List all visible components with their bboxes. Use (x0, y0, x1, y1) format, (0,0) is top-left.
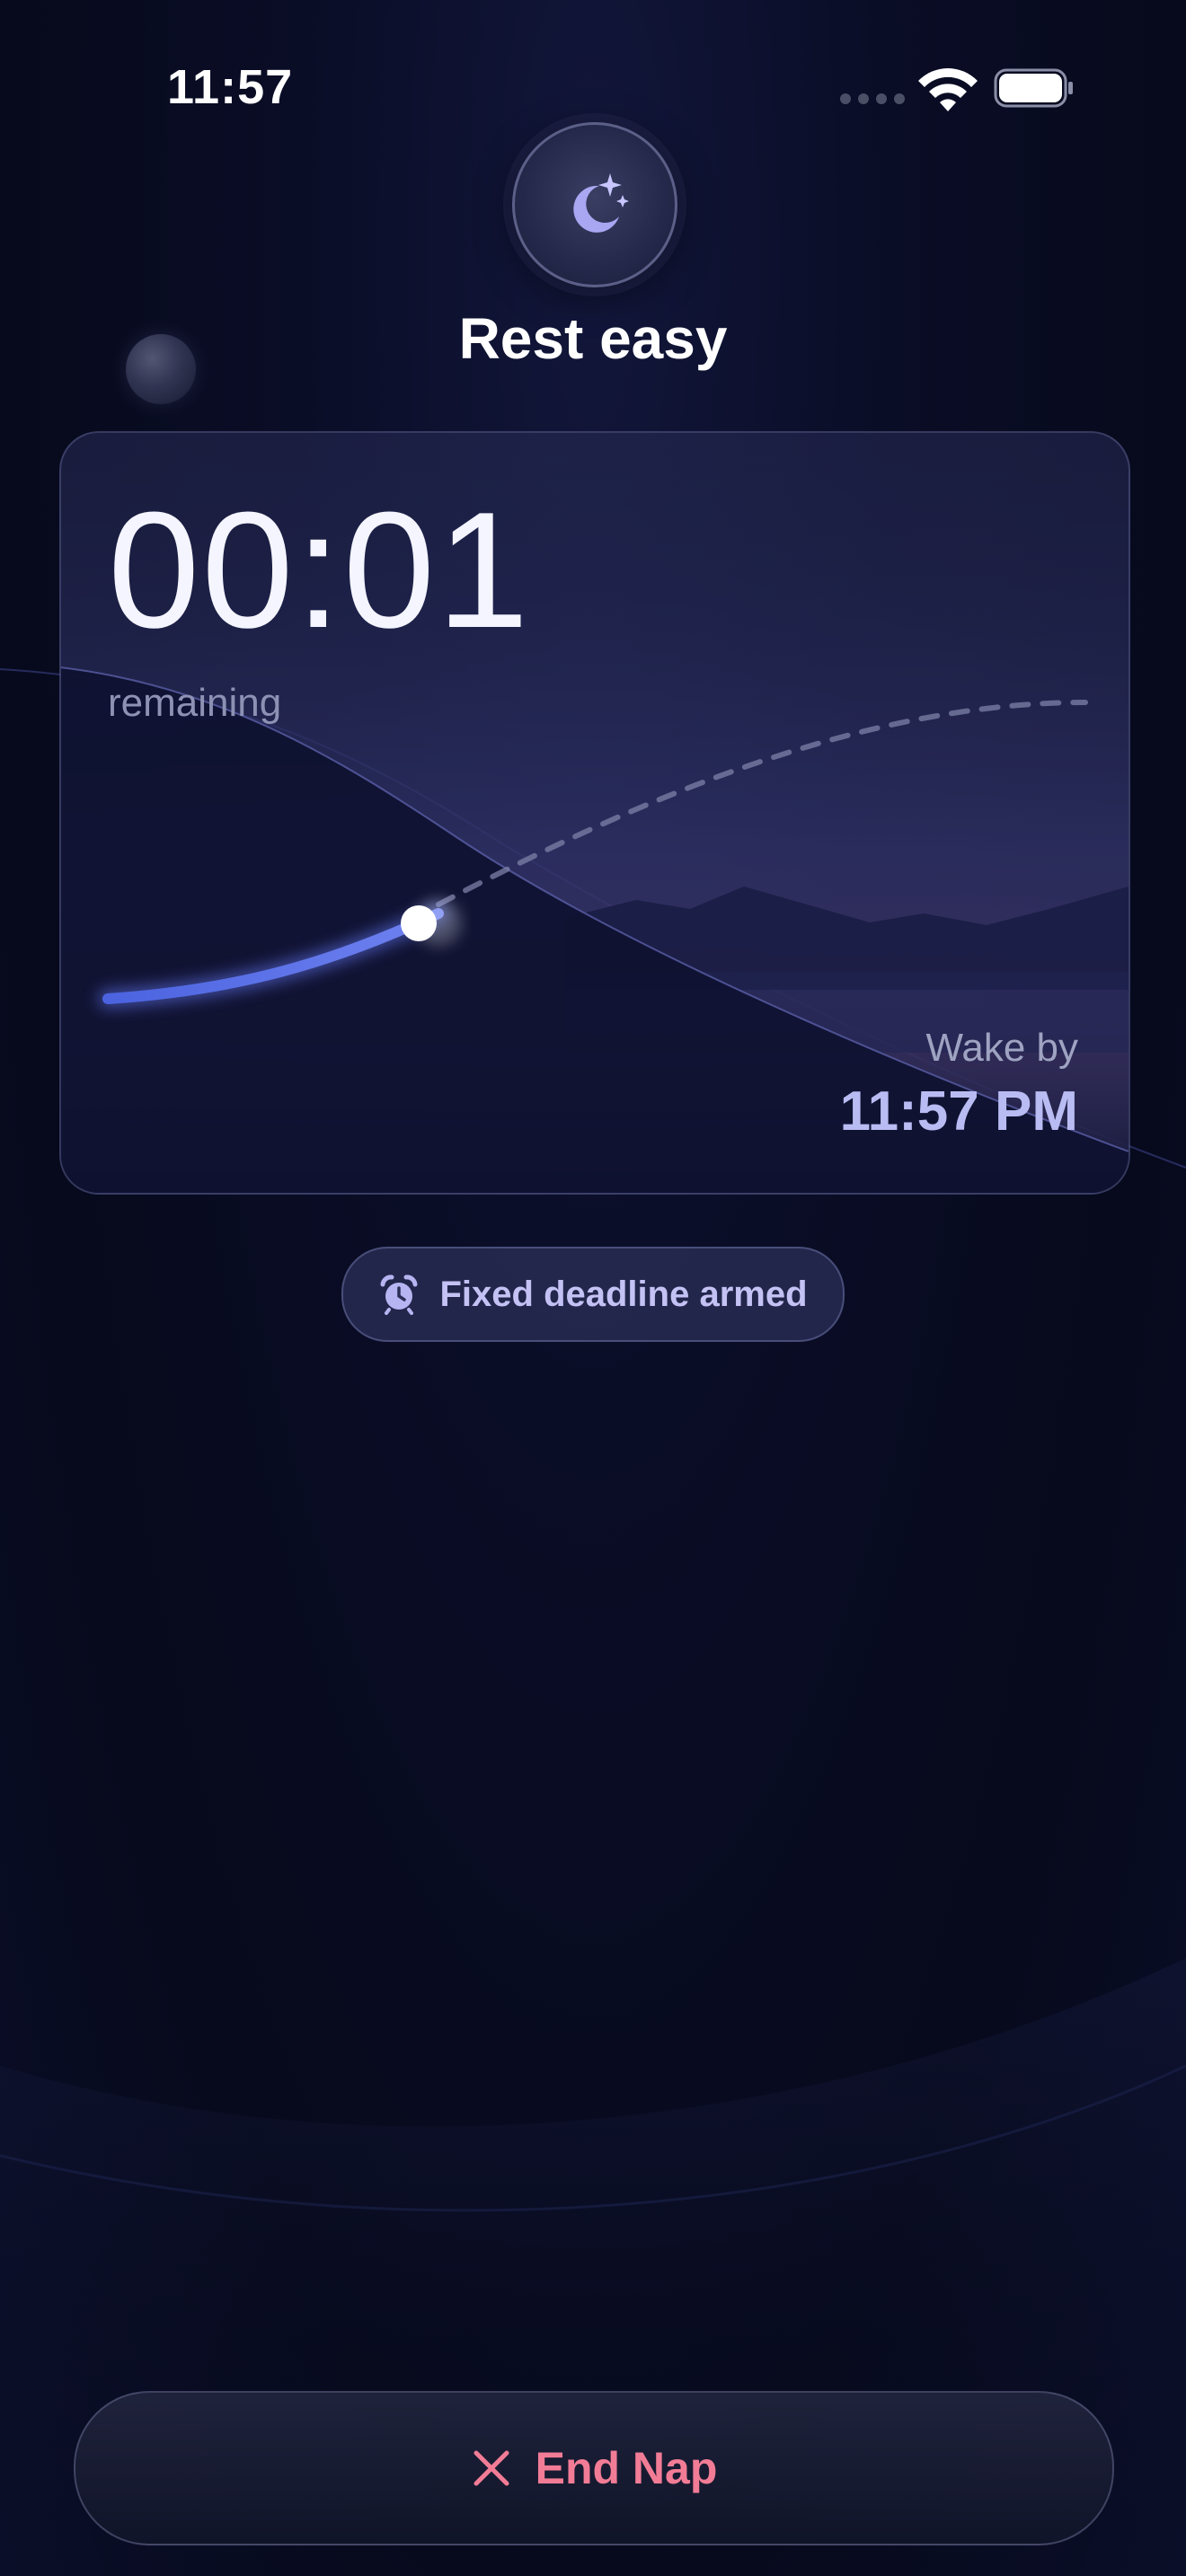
close-icon (474, 2450, 509, 2486)
cellular-signal-icon (840, 93, 905, 106)
progress-handle (401, 905, 437, 941)
wake-time: 11:57 PM (839, 1081, 1078, 1142)
battery-icon (994, 68, 1073, 108)
alarm-clock-icon (380, 1275, 418, 1315)
timer-card: 00:01 remaining Wake by 11:57 PM (59, 431, 1130, 1195)
wifi-icon (918, 68, 978, 111)
end-nap-label: End Nap (535, 2443, 718, 2493)
end-nap-button[interactable]: End Nap (74, 2391, 1114, 2545)
status-bar-time: 11:57 (167, 60, 294, 114)
planet-decoration (126, 334, 196, 404)
moon-stars-icon (573, 173, 629, 233)
remaining-label: remaining (108, 681, 282, 725)
countdown-timer: 00:01 (108, 477, 531, 662)
deadline-status-label: Fixed deadline armed (439, 1274, 808, 1314)
deadline-status-pill: Fixed deadline armed (341, 1247, 845, 1342)
wake-by-label: Wake by (925, 1026, 1078, 1070)
moon-badge (512, 122, 677, 287)
